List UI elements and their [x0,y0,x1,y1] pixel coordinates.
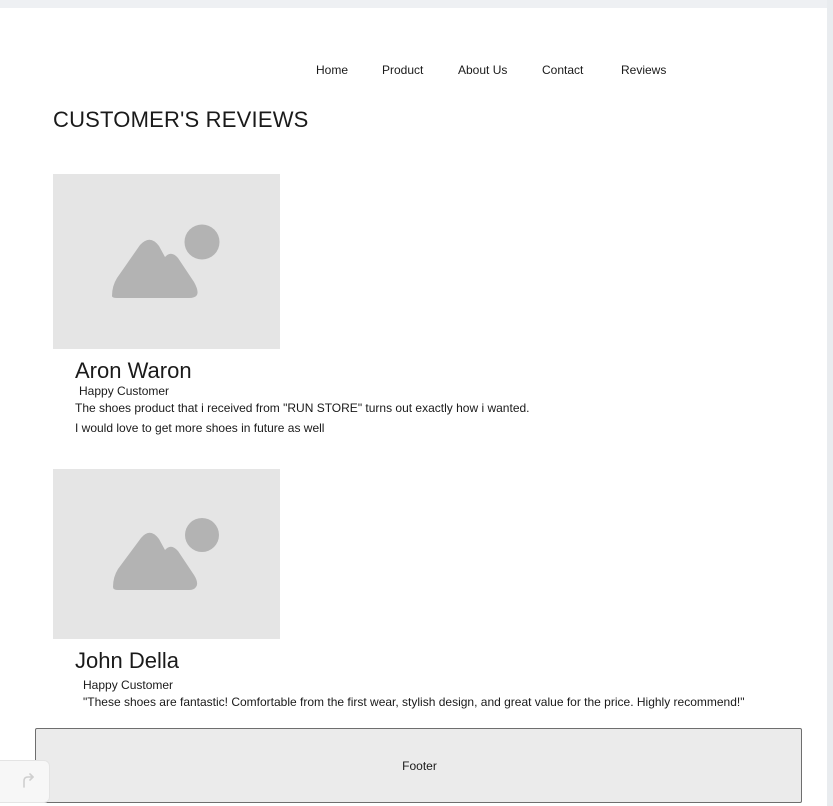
scrollbar-track[interactable] [827,0,833,806]
review-text: "These shoes are fantastic! Comfortable … [83,695,745,709]
page-title: CUSTOMER'S REVIEWS [53,107,309,132]
reviewer-photo [53,174,280,349]
nav-contact[interactable]: Contact [542,63,583,77]
reviewer-role: Happy Customer [83,678,174,692]
reviewer-role: Happy Customer [79,384,170,398]
footer-label: Footer [402,759,437,773]
main-nav: Home Product About Us Contact Reviews [0,63,827,79]
review-text: The shoes product that i received from "… [75,401,530,415]
page-canvas: Home Product About Us Contact Reviews CU… [0,8,827,806]
nav-product[interactable]: Product [382,63,423,77]
reviewer-photo [53,469,280,639]
reviewer-name: John Della [75,648,179,673]
image-placeholder-icon [113,518,219,590]
nav-reviews[interactable]: Reviews [621,63,666,77]
review-text: I would love to get more shoes in future… [75,421,325,435]
redo-icon [23,773,34,788]
nav-home[interactable]: Home [316,63,348,77]
window-top-edge [0,0,833,8]
nav-about-us[interactable]: About Us [458,63,507,77]
reviewer-name: Aron Waron [75,358,192,383]
footer: Footer [35,728,802,803]
floating-action-button[interactable] [0,760,50,803]
image-placeholder-icon [112,224,220,298]
